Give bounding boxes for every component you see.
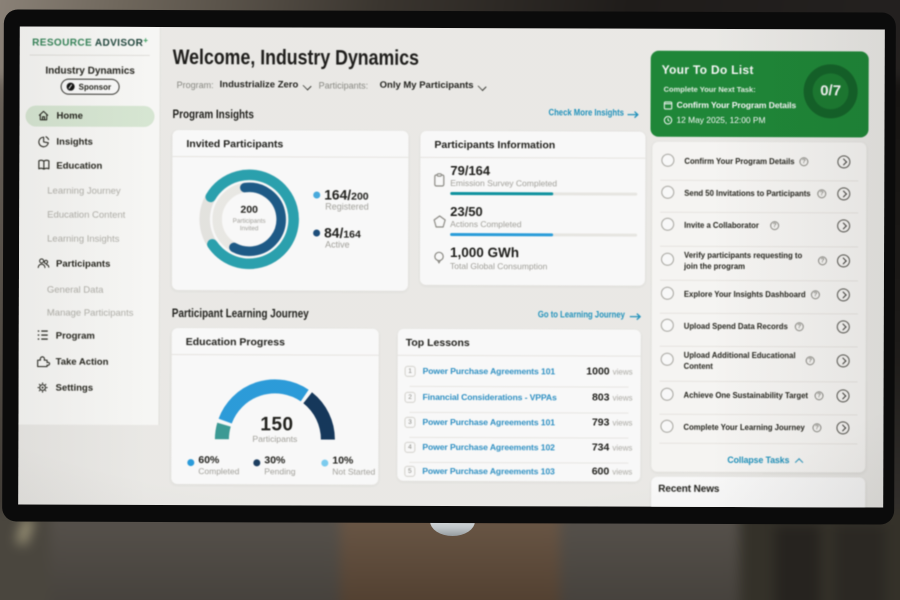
svg-text:Invited: Invited (240, 225, 259, 232)
svg-text:Participants: Participants (233, 218, 266, 225)
svg-text:Participants: Participants (252, 434, 297, 444)
svg-text:150: 150 (260, 414, 293, 435)
svg-text:200: 200 (240, 204, 258, 216)
